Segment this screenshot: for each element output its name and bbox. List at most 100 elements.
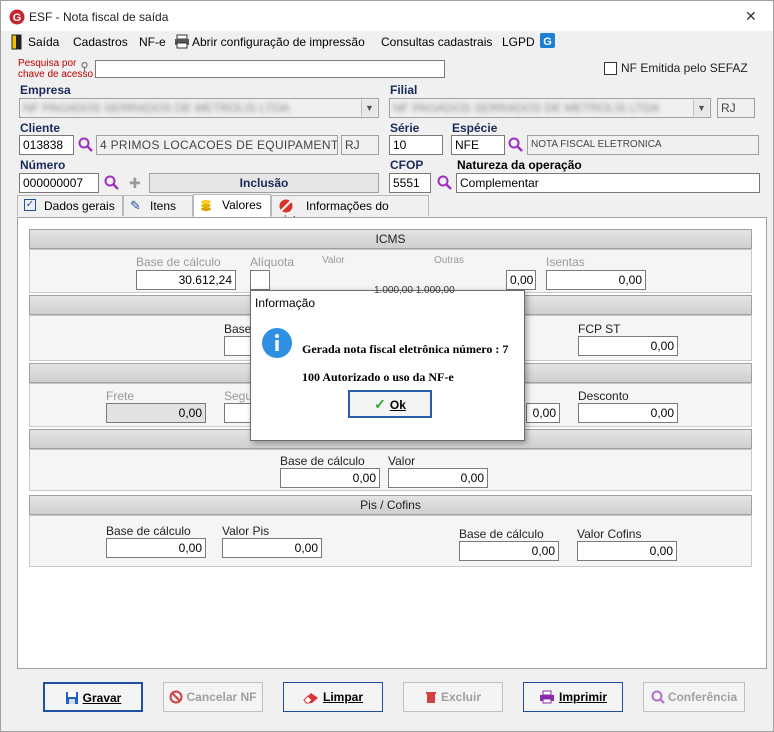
- serie-input[interactable]: 10: [389, 135, 443, 155]
- icms-outras-label: Outras: [434, 255, 465, 266]
- eraser-icon: [303, 693, 318, 704]
- menu-lgpd[interactable]: LGPD: [502, 35, 535, 49]
- pis-cofins-section-title: Pis / Cofins: [29, 495, 752, 515]
- tab-informacoes-sistema[interactable]: Informações do sistema: [271, 195, 429, 227]
- ipi-base-input[interactable]: 0,00: [280, 468, 380, 488]
- info-icon: [262, 328, 292, 358]
- dialog-body: Gerada nota fiscal eletrônica número : 7…: [251, 313, 524, 440]
- cfop-label: CFOP: [390, 158, 424, 172]
- especie-code-input[interactable]: NFE: [451, 135, 505, 155]
- serie-label: Série: [390, 121, 420, 135]
- icms-outras-input[interactable]: 0,00: [506, 270, 536, 290]
- tab-itens[interactable]: ✎ Itens: [123, 195, 193, 216]
- search-icon[interactable]: [78, 137, 94, 153]
- icms-isentas-label: Isentas: [546, 255, 585, 269]
- chevron-down-icon[interactable]: ▼: [693, 100, 709, 116]
- cancel-icon: [169, 690, 183, 704]
- fcp-st-label: FCP ST: [578, 322, 621, 336]
- menu-abrir-config-impressao[interactable]: Abrir configuração de impressão: [192, 35, 365, 49]
- info-dialog: Informação Gerada nota fiscal eletrônica…: [250, 290, 525, 441]
- window-title: ESF - Nota fiscal de saída: [29, 10, 169, 24]
- icms-isentas-input[interactable]: 0,00: [546, 270, 646, 290]
- natureza-input[interactable]: Complementar: [456, 173, 760, 193]
- pis-valor-input[interactable]: 0,00: [222, 538, 322, 558]
- nf-sefaz-checkbox[interactable]: [604, 62, 617, 75]
- add-icon[interactable]: ✚: [129, 175, 141, 192]
- natureza-label: Natureza da operação: [457, 158, 582, 172]
- cofins-base-input[interactable]: 0,00: [459, 541, 559, 561]
- save-icon: [65, 692, 78, 704]
- cofins-valor-input[interactable]: 0,00: [577, 541, 677, 561]
- tab-dados-gerais[interactable]: ✓ Dados gerais: [17, 195, 123, 216]
- limpar-button[interactable]: Limpar: [283, 682, 383, 712]
- icms-section-title: ICMS: [29, 229, 752, 249]
- numero-input[interactable]: 000000007: [19, 173, 99, 193]
- chevron-down-icon[interactable]: ▼: [361, 100, 377, 116]
- cofins-valor-label: Valor Cofins: [577, 527, 642, 541]
- gravar-button[interactable]: Gravar: [43, 682, 143, 712]
- outros-value-input[interactable]: 0,00: [526, 403, 560, 423]
- menu-nfe[interactable]: NF-e: [139, 35, 166, 49]
- cfop-input[interactable]: 5551: [389, 173, 431, 193]
- icms-aliquota-label: Alíquota: [250, 255, 295, 269]
- svg-text:G: G: [543, 36, 552, 48]
- checkbox-icon: ✓: [24, 199, 36, 211]
- imprimir-button[interactable]: Imprimir: [523, 682, 623, 712]
- icms-valor-label: Valor: [322, 255, 345, 266]
- filial-label: Filial: [390, 83, 418, 97]
- cliente-code-input[interactable]: 013838: [19, 135, 74, 155]
- menu-cadastros[interactable]: Cadastros: [73, 35, 128, 49]
- pis-base-label: Base de cálculo: [106, 524, 191, 538]
- title-bar: G ESF - Nota fiscal de saída ✕: [1, 1, 773, 31]
- icms-base-label: Base de cálculo: [136, 255, 221, 269]
- cliente-uf-field: RJ: [341, 135, 379, 155]
- tab-valores[interactable]: Valores: [193, 194, 271, 217]
- key-icon: [81, 62, 88, 72]
- excluir-button[interactable]: Excluir: [403, 682, 503, 712]
- pis-base-input[interactable]: 0,00: [106, 538, 206, 558]
- frete-input[interactable]: 0,00: [106, 403, 206, 423]
- icms-base-input[interactable]: 30.612,24: [136, 270, 236, 290]
- search-icon[interactable]: [437, 175, 453, 191]
- printer-icon: [539, 690, 554, 704]
- ipi-valor-input[interactable]: 0,00: [388, 468, 488, 488]
- status-field: Inclusão: [149, 173, 379, 193]
- ok-button[interactable]: ✓ Ok: [348, 390, 432, 418]
- cliente-label: Cliente: [20, 121, 61, 135]
- search-icon: [651, 690, 665, 704]
- desconto-input[interactable]: 0,00: [578, 403, 678, 423]
- dialog-message-2: 100 Autorizado o uso da NF-e: [302, 370, 454, 384]
- app-logo-icon: G: [9, 9, 25, 25]
- ipi-valor-label: Valor: [388, 454, 416, 468]
- coins-icon: [201, 200, 211, 211]
- ipi-section: Base de cálculo 0,00 Valor 0,00: [29, 449, 752, 491]
- cancelar-nf-button[interactable]: Cancelar NF: [163, 682, 263, 712]
- brand-g-icon[interactable]: G: [540, 33, 555, 48]
- desconto-label: Desconto: [578, 389, 629, 403]
- main-window: G ESF - Nota fiscal de saída ✕ Saída Cad…: [0, 0, 774, 732]
- close-icon[interactable]: ✕: [745, 8, 757, 25]
- especie-desc-field: NOTA FISCAL ELETRONICA: [527, 135, 759, 155]
- empresa-select[interactable]: NF PAGADOS SERRADOS DE METROLIS LTDA ▼: [19, 98, 379, 118]
- svg-text:G: G: [13, 12, 22, 24]
- filial-select[interactable]: NF PAGADOS SERRADOS DE METROLIS LTDA ▼: [389, 98, 711, 118]
- search-icon[interactable]: [508, 137, 524, 153]
- menu-bar: Saída Cadastros NF-e Abrir configuração …: [1, 31, 773, 53]
- cofins-base-label: Base de cálculo: [459, 527, 544, 541]
- exit-door-icon: [11, 34, 22, 50]
- system-info-icon: [279, 199, 293, 213]
- trash-icon: [425, 692, 436, 703]
- conferencia-button[interactable]: Conferência: [643, 682, 745, 712]
- numero-label: Número: [20, 158, 66, 172]
- cliente-name-field: 4 PRIMOS LOCACOES DE EQUIPAMENTOS LTI: [96, 135, 338, 155]
- icms-aliquota-input[interactable]: [250, 270, 270, 290]
- icms-partial-values: 1.000,00 1.000,00: [374, 285, 455, 296]
- search-icon[interactable]: [104, 175, 120, 191]
- menu-saida[interactable]: Saída: [28, 35, 59, 49]
- checkmark-icon: ✓: [374, 396, 386, 412]
- fcp-st-input[interactable]: 0,00: [578, 336, 678, 356]
- menu-consultas-cadastrais[interactable]: Consultas cadastrais: [381, 35, 492, 49]
- pis-valor-label: Valor Pis: [222, 524, 270, 538]
- pis-cofins-section: Base de cálculo 0,00 Valor Pis 0,00 Base…: [29, 515, 752, 567]
- search-chave-input[interactable]: [95, 60, 445, 78]
